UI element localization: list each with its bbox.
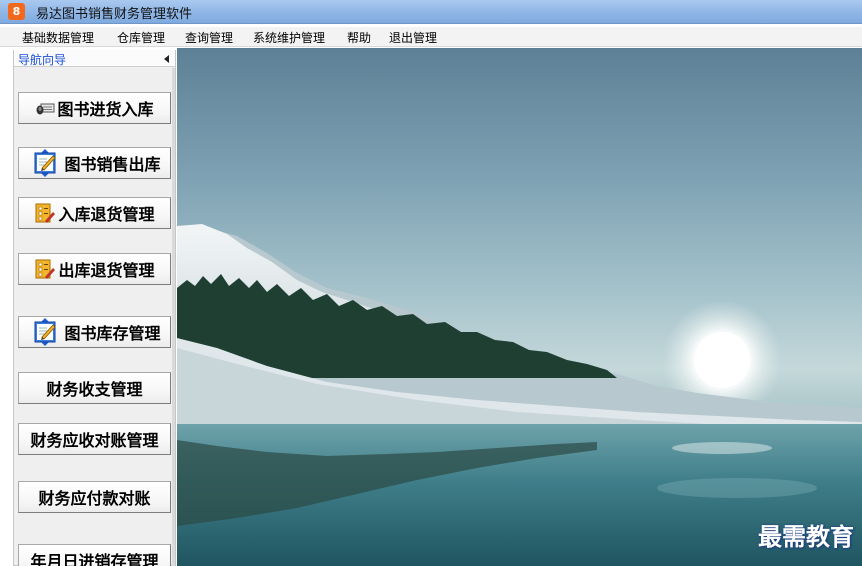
book-edit-icon xyxy=(28,148,62,178)
menu-help[interactable]: 帮助 xyxy=(347,29,371,46)
nav-button-label: 图书库存管理 xyxy=(64,324,161,343)
navigation-panel-edge xyxy=(172,68,175,566)
menu-basic-data[interactable]: 基础数据管理 xyxy=(22,29,94,46)
nav-button-book-purchase-in[interactable]: 图书进货入库 xyxy=(18,92,171,124)
nav-button-payable-reconcile[interactable]: 财务应付款对账 xyxy=(18,481,171,513)
menu-system-maintenance[interactable]: 系统维护管理 xyxy=(253,29,325,46)
nav-button-label: 年月日进销存管理 xyxy=(30,552,159,566)
wallpaper-landscape xyxy=(177,224,862,566)
menu-bar: 基础数据管理 仓库管理 查询管理 系统维护管理 帮助 退出管理 xyxy=(0,27,862,47)
nav-button-sales-return[interactable]: 出库退货管理 xyxy=(18,253,171,285)
window-title: 易达图书销售财务管理软件 xyxy=(36,7,193,22)
nav-button-receivable-reconcile[interactable]: 财务应收对账管理 xyxy=(18,423,171,455)
menu-query[interactable]: 查询管理 xyxy=(185,29,233,46)
nav-button-book-inventory[interactable]: 图书库存管理 xyxy=(18,316,171,348)
collapse-arrow-icon[interactable] xyxy=(164,55,169,63)
main-workspace: 最需教育 xyxy=(177,48,862,566)
folder-list-icon xyxy=(34,201,56,225)
watermark-text: 最需教育 xyxy=(758,522,854,551)
book-edit-icon xyxy=(28,317,62,347)
nav-button-label: 财务收支管理 xyxy=(46,380,143,399)
folder-list-icon xyxy=(34,257,56,281)
navigation-panel: 导航向导 图书进货入库 图书销售出库 入库退货管理 出库退货管理 图书库存管理 … xyxy=(13,50,176,566)
menu-warehouse[interactable]: 仓库管理 xyxy=(117,29,165,46)
nav-button-period-inventory[interactable]: 年月日进销存管理 xyxy=(18,544,171,566)
nav-button-purchase-return[interactable]: 入库退货管理 xyxy=(18,197,171,229)
nav-button-label: 出库退货管理 xyxy=(58,261,155,280)
nav-button-label: 图书销售出库 xyxy=(64,155,161,174)
menu-exit[interactable]: 退出管理 xyxy=(389,29,437,46)
nav-button-label: 图书进货入库 xyxy=(57,100,154,119)
window-title-bar: 8 易达图书销售财务管理软件 xyxy=(0,0,862,24)
nav-button-label: 财务应付款对账 xyxy=(38,489,151,508)
nav-button-finance-income-expense[interactable]: 财务收支管理 xyxy=(18,372,171,404)
navigation-panel-title: 导航向导 xyxy=(18,53,67,67)
nav-button-label: 入库退货管理 xyxy=(58,205,155,224)
keyboard-mouse-icon xyxy=(35,100,55,116)
app-icon: 8 xyxy=(8,3,25,20)
nav-button-label: 财务应收对账管理 xyxy=(30,431,159,450)
navigation-panel-header: 导航向导 xyxy=(14,50,175,67)
nav-button-book-sales-out[interactable]: 图书销售出库 xyxy=(18,147,171,179)
